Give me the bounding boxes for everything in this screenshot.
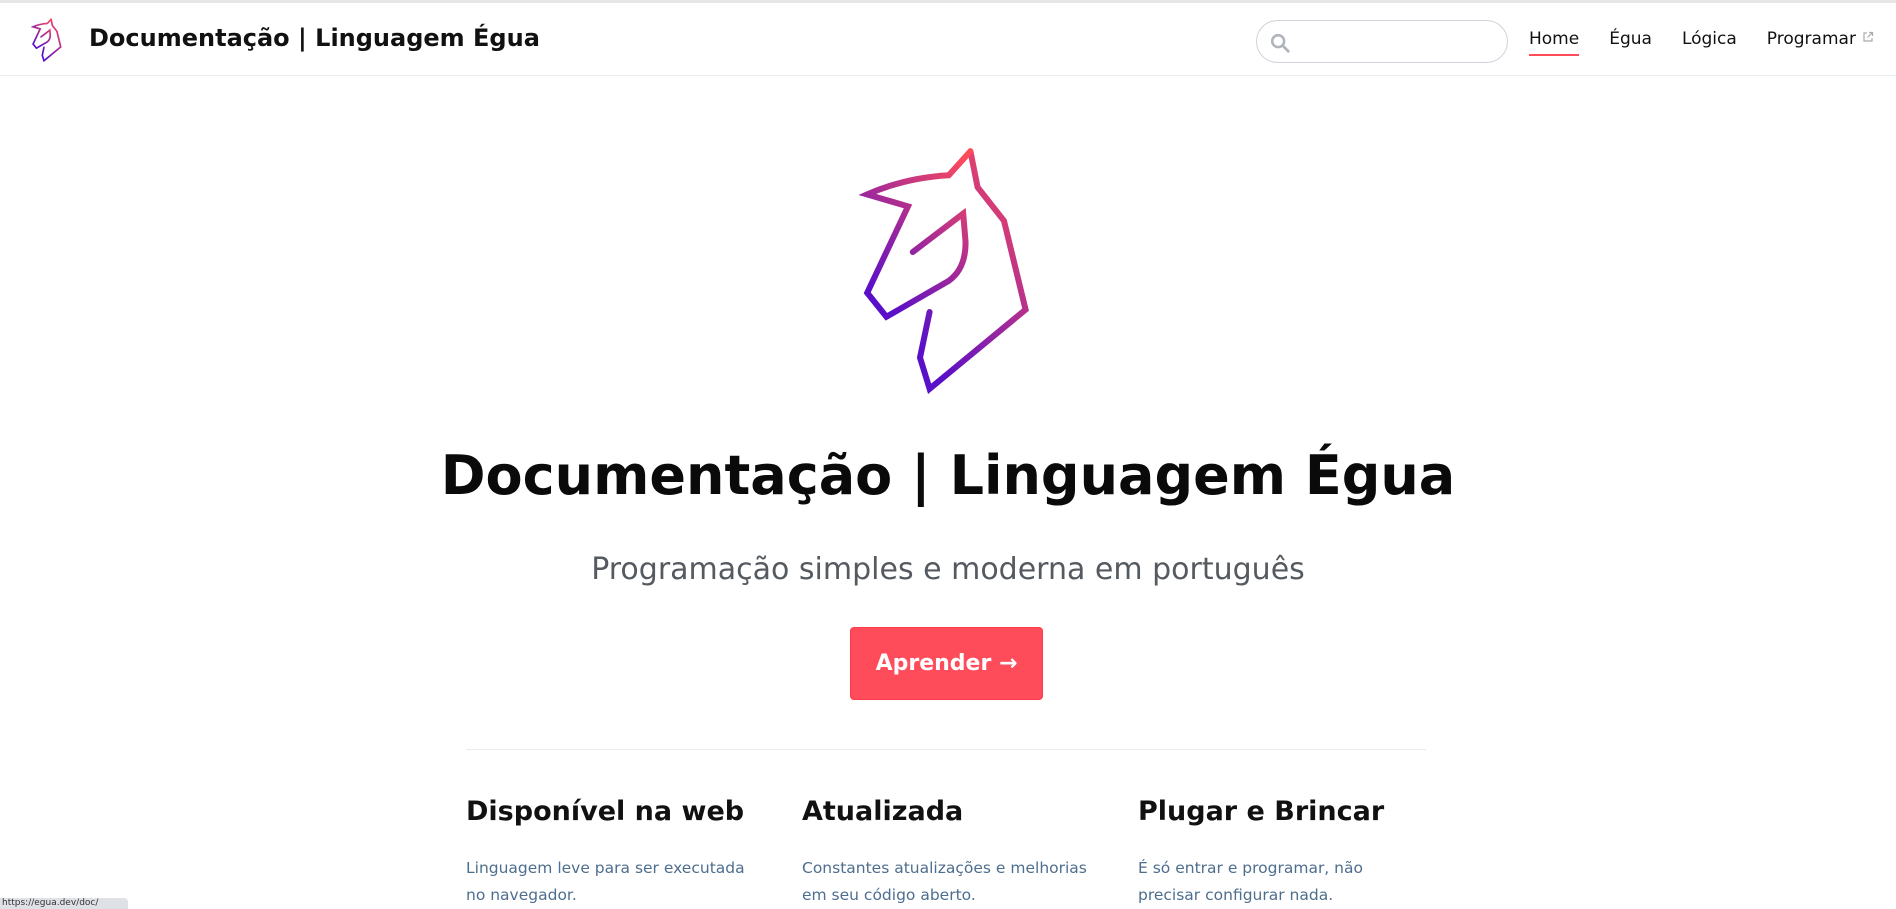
- status-bar-url: https://egua.dev/doc/: [0, 898, 128, 909]
- nav-link-programar-label: Programar: [1766, 29, 1856, 49]
- feature-title: Atualizada: [802, 796, 964, 827]
- feature-title: Disponível na web: [466, 796, 745, 827]
- navbar: Documentação | Linguagem Égua Home Égua …: [0, 3, 1896, 76]
- nav-links: Home Égua Lógica Programar: [1529, 29, 1896, 59]
- feature-details: Constantes atualizações e melhorias em s…: [802, 859, 1087, 904]
- divider: [466, 749, 1426, 750]
- feature-plug-and-play: Plugar e Brincar É só entrar e programar…: [1138, 796, 1438, 909]
- feature-web: Disponível na web Linguagem leve para se…: [466, 796, 766, 909]
- external-link-icon: [1863, 31, 1874, 42]
- nav-link-home[interactable]: Home: [1529, 29, 1580, 56]
- search-box[interactable]: [1256, 20, 1508, 63]
- feature-title: Plugar e Brincar: [1138, 796, 1385, 827]
- search-input[interactable]: [1297, 27, 1497, 57]
- site-title[interactable]: Documentação | Linguagem Égua: [89, 24, 540, 52]
- horse-head-icon[interactable]: [30, 18, 64, 62]
- feature-details: É só entrar e programar, não precisar co…: [1138, 859, 1363, 904]
- hero-title: Documentação | Linguagem Égua: [440, 444, 1456, 507]
- nav-link-egua[interactable]: Égua: [1609, 29, 1652, 49]
- feature-details: Linguagem leve para ser executada no nav…: [466, 859, 745, 904]
- nav-link-programar[interactable]: Programar: [1767, 29, 1874, 49]
- search-icon: [1270, 33, 1290, 53]
- learn-button[interactable]: Aprender →: [850, 627, 1043, 700]
- hero-tagline: Programação simples e moderna em portugu…: [591, 552, 1305, 587]
- hero-horse-logo-icon: [858, 148, 1029, 394]
- nav-link-logica[interactable]: Lógica: [1682, 29, 1737, 49]
- feature-updated: Atualizada Constantes atualizações e mel…: [802, 796, 1102, 909]
